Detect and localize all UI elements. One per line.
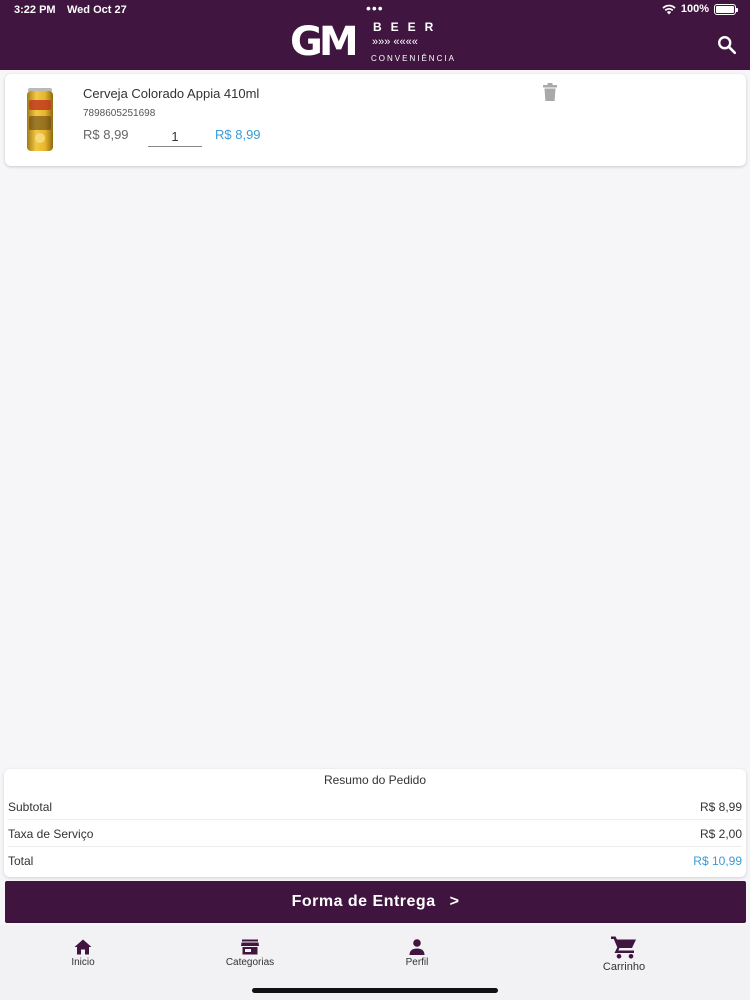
nav-item-carrinho[interactable]: Carrinho <box>594 935 654 973</box>
delivery-method-button[interactable]: Forma de Entrega > <box>5 881 746 923</box>
product-total-price: R$ 8,99 <box>215 127 261 142</box>
multitasking-dots-icon[interactable]: ••• <box>366 0 384 16</box>
product-name: Cerveja Colorado Appia 410ml <box>83 86 260 101</box>
summary-label: Taxa de Serviço <box>8 827 94 841</box>
nav-label: Carrinho <box>602 961 646 973</box>
logo-subtitle: CONVENIÊNCIA <box>371 54 456 63</box>
status-time: 3:22 PM <box>14 4 56 16</box>
app-header: 3:22 PM Wed Oct 27 ••• 100% GM BEER »»» … <box>0 0 750 70</box>
logo-arrows: »»» «««« <box>372 36 418 48</box>
store-icon <box>241 939 259 955</box>
chevron-right-icon: > <box>449 893 460 910</box>
status-right: 100% <box>662 3 738 15</box>
product-unit-price: R$ 8,99 <box>83 127 129 142</box>
summary-label: Total <box>8 854 34 868</box>
summary-value: R$ 2,00 <box>699 827 742 841</box>
battery-percent: 100% <box>680 3 709 15</box>
delivery-button-label: Forma de Entrega <box>291 893 436 910</box>
nav-item-categorias[interactable]: Categorias <box>216 939 284 968</box>
logo-mark: GM <box>290 19 359 65</box>
order-summary: Resumo do Pedido Subtotal R$ 8,99 Taxa d… <box>4 769 746 877</box>
nav-label: Categorias <box>225 957 275 968</box>
product-code: 7898605251698 <box>83 108 156 119</box>
beer-can-image <box>27 88 53 151</box>
app-logo: GM BEER »»» «««« CONVENIÊNCIA <box>290 20 470 66</box>
summary-row-subtotal: Subtotal R$ 8,99 <box>8 793 742 820</box>
cart-icon <box>611 936 636 959</box>
status-date: Wed Oct 27 <box>67 4 127 16</box>
nav-label: Perfil <box>405 957 429 968</box>
search-icon[interactable] <box>716 34 738 56</box>
home-icon <box>74 939 92 955</box>
person-icon <box>409 939 425 955</box>
nav-item-inicio[interactable]: Inicio <box>60 939 106 968</box>
battery-icon <box>714 3 738 15</box>
summary-row-total: Total R$ 10,99 <box>8 847 742 874</box>
wifi-icon <box>662 4 676 14</box>
summary-value: R$ 8,99 <box>699 800 742 814</box>
home-indicator[interactable] <box>252 988 498 993</box>
summary-total-value: R$ 10,99 <box>693 854 742 868</box>
nav-label: Inicio <box>71 957 95 968</box>
trash-icon[interactable] <box>542 82 558 102</box>
cart-item-card: Cerveja Colorado Appia 410ml 78986052516… <box>5 74 746 166</box>
summary-row-service-fee: Taxa de Serviço R$ 2,00 <box>8 820 742 847</box>
summary-label: Subtotal <box>8 800 53 814</box>
logo-word: BEER <box>373 20 443 34</box>
summary-title: Resumo do Pedido <box>323 773 427 787</box>
quantity-input[interactable] <box>148 127 202 147</box>
nav-item-perfil[interactable]: Perfil <box>396 939 438 968</box>
